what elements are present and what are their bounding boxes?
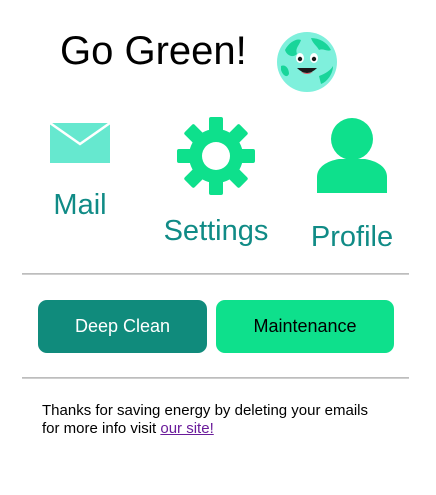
nav-settings[interactable]: Settings [155,116,277,248]
divider [22,273,409,275]
envelope-icon [50,121,110,163]
user-silhouette-icon [317,118,387,193]
nav-profile-label: Profile [310,221,394,253]
footer-line-2: for more info visit [42,420,161,437]
nav-profile[interactable]: Profile [300,117,404,254]
footer-line-1: Thanks for saving energy by deleting you… [42,402,369,419]
nav-mail[interactable]: Mail [40,120,120,222]
our-site-link[interactable]: our site! [160,420,213,437]
nav-mail-label: Mail [53,189,107,221]
divider [22,377,409,379]
maintenance-button[interactable]: Maintenance [216,300,394,353]
earth-globe-face-icon [275,30,339,94]
deep-clean-button[interactable]: Deep Clean [38,300,207,353]
gear-icon [177,117,255,195]
footer-text: Thanks for saving energy by deleting you… [42,402,412,438]
page-title: Go Green! [60,29,247,73]
nav-settings-label: Settings [163,215,269,247]
